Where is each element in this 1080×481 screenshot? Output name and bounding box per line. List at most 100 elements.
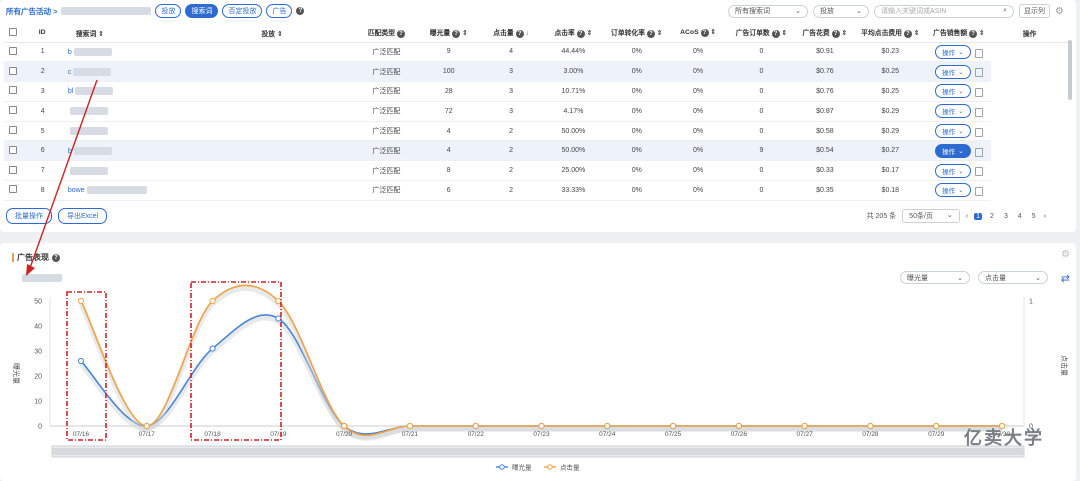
col-acos-label: ACoS xyxy=(680,29,699,37)
help-icon: ? xyxy=(452,30,461,39)
series-line-clicks xyxy=(80,284,1002,436)
report-icon[interactable] xyxy=(974,147,983,157)
search-term-link[interactable]: bl xyxy=(68,88,73,95)
search-term-panel: 所有广告活动 > 投放 搜索词 否定投放 广告 ? 所有搜索词 ⌄ 投放 ⌄ 请… xyxy=(0,0,1076,232)
row-action-button[interactable]: 操作 ⌄ xyxy=(935,44,971,59)
report-icon[interactable] xyxy=(974,167,983,177)
cell-match: 广泛匹配 xyxy=(355,81,418,102)
data-point xyxy=(275,315,282,322)
row-checkbox[interactable] xyxy=(9,145,18,154)
report-icon[interactable] xyxy=(974,48,983,58)
select-all-checkbox[interactable] xyxy=(9,27,18,36)
row-checkbox[interactable] xyxy=(9,106,18,115)
row-action-button[interactable]: 操作 ⌄ xyxy=(935,104,971,119)
cell-action: 操作 ⌄ xyxy=(926,180,992,201)
col-spend[interactable]: 广告花费 ? ⇕ xyxy=(795,24,854,43)
y-tick-label-left: 40 xyxy=(34,324,42,331)
cell-orders: 9 xyxy=(727,140,796,162)
x-tick-label: 07/22 xyxy=(468,431,485,438)
page-4[interactable]: 4 xyxy=(1016,213,1024,220)
row-action-button[interactable]: 操作 ⌄ xyxy=(935,124,971,139)
cell-action: 操作 ⌄ xyxy=(926,101,992,122)
search-term-link[interactable]: b xyxy=(68,49,72,56)
row-action-button[interactable]: 操作 ⌄ xyxy=(935,143,971,158)
cell-match: 广泛匹配 xyxy=(355,180,418,201)
table-row[interactable]: 2 c 广泛匹配 100 3 3.00% 0% 0% 0 $0.76 $0.25 操作 ⌄ xyxy=(4,61,1068,83)
page-size-value: 50条/页 xyxy=(909,213,933,220)
report-icon[interactable] xyxy=(974,187,983,197)
tab-search-terms[interactable]: 搜索词 xyxy=(185,4,219,18)
col-ctr[interactable]: 点击率 ? ⇕ xyxy=(542,24,605,43)
row-action-button[interactable]: 操作 ⌄ xyxy=(935,163,971,178)
help-icon[interactable]: ? xyxy=(396,30,405,39)
row-checkbox[interactable] xyxy=(9,46,18,55)
help-icon[interactable]: ? xyxy=(296,7,305,15)
search-term-link[interactable]: c xyxy=(68,69,72,76)
chevron-down-icon: ⌄ xyxy=(958,108,964,116)
page-3[interactable]: 3 xyxy=(1002,213,1010,220)
row-checkbox[interactable] xyxy=(9,126,18,135)
breadcrumb[interactable]: 所有广告活动 > xyxy=(6,6,57,17)
page-5[interactable]: 5 xyxy=(1030,213,1038,220)
row-checkbox[interactable] xyxy=(9,185,18,194)
report-icon[interactable] xyxy=(974,88,983,98)
search-term-blurred xyxy=(69,127,108,136)
row-action-button[interactable]: 操作 ⌄ xyxy=(935,84,971,99)
tab-negative-targeting[interactable]: 否定投放 xyxy=(222,4,263,18)
prev-page-icon[interactable]: ‹ xyxy=(966,213,968,220)
table-row[interactable]: 7 广泛匹配 8 2 25.00% 0% 0% 0 $0.33 $0.17 操作 ⌄ xyxy=(4,160,1068,182)
search-term-link[interactable]: b xyxy=(68,148,72,155)
columns-button[interactable]: 显示列 xyxy=(1019,4,1051,18)
row-action-button[interactable]: 操作 ⌄ xyxy=(935,183,971,198)
col-cpc[interactable]: 平均点击费用 ? ⇕ xyxy=(853,24,927,43)
table-row[interactable]: 6 b 广泛匹配 4 2 50.00% 0% 0% 9 $0.54 $0.27 操作 ⌄ xyxy=(4,140,1068,162)
next-page-icon[interactable]: › xyxy=(1044,213,1046,220)
col-cpc-label: 平均点击费用 xyxy=(861,30,902,38)
page-size-select[interactable]: 50条/页 ⌄ xyxy=(902,209,960,223)
col-cvr[interactable]: 订单转化率 ? ⇕ xyxy=(604,24,669,43)
chevron-down-icon: ⌄ xyxy=(958,167,964,175)
row-checkbox[interactable] xyxy=(9,86,18,95)
search-input[interactable]: 请输入关键词或ASIN ⌕ xyxy=(874,4,1015,18)
cell-spend: $0.91 xyxy=(795,42,854,63)
col-targeting[interactable]: 投放 ⇕ xyxy=(188,24,356,43)
page-2[interactable]: 2 xyxy=(988,213,996,220)
page-1[interactable]: 1 xyxy=(974,212,983,220)
help-icon: ? xyxy=(700,29,709,38)
table-row[interactable]: 3 bl 广泛匹配 28 3 10.71% 0% 0% 0 $0.76 $0.25 操作 ⌄ xyxy=(4,81,1068,102)
col-sales[interactable]: 广告销售额 ? ⇕ xyxy=(926,24,992,43)
tab-ads[interactable]: 广告 xyxy=(266,4,293,18)
col-acos[interactable]: ACoS ? ⇕ xyxy=(669,24,728,43)
search-term-blurred xyxy=(86,186,147,195)
col-search-term[interactable]: 搜索词 ⇕ xyxy=(53,24,189,43)
cell-spend: $0.35 xyxy=(795,180,854,201)
cell-orders: 0 xyxy=(727,180,796,201)
col-impressions[interactable]: 曝光量 ? ⇕ xyxy=(417,24,480,43)
search-term-filter-select[interactable]: 所有搜索词 ⌄ xyxy=(728,4,809,18)
export-excel-button[interactable]: 导出Excel xyxy=(58,208,108,224)
table-row[interactable]: 1 b 广泛匹配 9 4 44.44% 0% 0% 0 $0.91 $0.23 操作 ⌄ xyxy=(4,42,1068,63)
report-icon[interactable] xyxy=(974,127,983,137)
settings-icon[interactable]: ⚙ xyxy=(1055,6,1064,17)
search-type-select[interactable]: 投放 ⌄ xyxy=(813,4,870,18)
col-clicks[interactable]: 点击量 ? ↓ xyxy=(479,24,543,43)
bulk-action-button[interactable]: 批量操作 xyxy=(6,208,52,224)
col-spend-label: 广告花费 xyxy=(802,30,830,38)
help-icon: ? xyxy=(969,30,978,39)
table-header-row: ID 搜索词 ⇕ 投放 ⇕ 匹配类型 ? 曝光量 ? ⇕ 点击量 ? ↓ 点击率… xyxy=(4,24,1068,43)
search-icon[interactable]: ⌕ xyxy=(1003,7,1007,15)
tab-targeting[interactable]: 投放 xyxy=(155,4,182,18)
search-term-link[interactable]: bowe xyxy=(68,187,85,194)
row-checkbox[interactable] xyxy=(9,165,18,174)
row-action-button[interactable]: 操作 ⌄ xyxy=(935,64,971,79)
report-icon[interactable] xyxy=(974,68,983,78)
table-row[interactable]: 5 广泛匹配 4 2 50.00% 0% 0% 0 $0.58 $0.29 操作 ⌄ xyxy=(4,121,1068,142)
row-checkbox[interactable] xyxy=(9,66,18,75)
table-row[interactable]: 8 bowe 广泛匹配 6 2 33.33% 0% 0% 0 $0.35 $0.18 操作 ⌄ xyxy=(4,180,1068,201)
table-row[interactable]: 4 广泛匹配 72 3 4.17% 0% 0% 0 $0.87 $0.29 操作 ⌄ xyxy=(4,101,1068,122)
report-icon[interactable] xyxy=(974,107,983,117)
cell-cvr: 0% xyxy=(604,180,669,201)
col-orders[interactable]: 广告订单数 ? ⇕ xyxy=(727,24,796,43)
table-scrollbar[interactable] xyxy=(1068,40,1072,100)
cell-targeting xyxy=(188,61,356,83)
